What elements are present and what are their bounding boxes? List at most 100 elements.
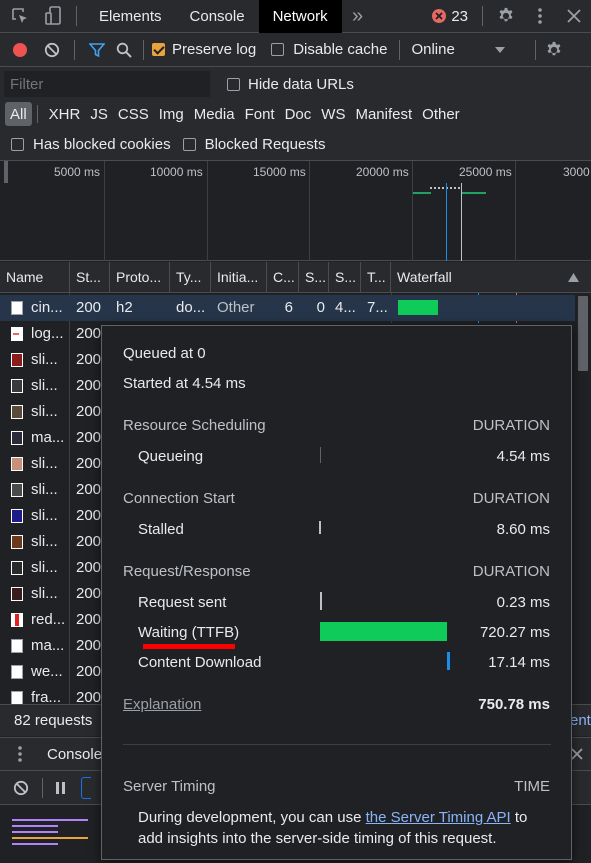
preserve-log-checkbox[interactable]: Preserve log	[152, 33, 256, 67]
document-file-icon	[11, 301, 23, 315]
popover-divider	[123, 744, 551, 745]
settings-gear-icon[interactable]	[489, 0, 523, 33]
request-count: 82 requests	[14, 712, 93, 729]
request-set-cookies: 0	[316, 299, 325, 316]
drawer-close-icon[interactable]	[571, 748, 583, 760]
request-name: sli...	[31, 403, 58, 420]
request-size: 4...	[335, 299, 356, 316]
funnel-icon	[89, 42, 105, 57]
console-preview-line	[12, 837, 88, 839]
document-file-icon	[11, 639, 23, 653]
status-truncated-text: ent	[570, 712, 591, 729]
filter-type-label: Media	[193, 105, 235, 123]
overview-gridline	[412, 161, 413, 261]
duration-column-header: DURATION	[472, 490, 550, 507]
kebab-menu-icon[interactable]	[523, 0, 557, 33]
timing-label-stalled: Stalled	[138, 521, 184, 538]
console-clear-icon[interactable]	[0, 771, 42, 805]
drawer-tab-console[interactable]: Console	[47, 746, 102, 763]
filter-type-ws[interactable]: WS	[316, 102, 350, 126]
filter-type-css[interactable]: CSS	[113, 102, 154, 126]
filter-toggle-button[interactable]	[85, 33, 109, 67]
hide-data-urls-checkbox[interactable]: Hide data URLs	[227, 76, 354, 93]
timing-label-request-sent: Request sent	[138, 594, 227, 611]
disable-cache-check[interactable]	[271, 43, 285, 56]
blocked-requests-check[interactable]	[182, 137, 196, 151]
filter-type-media[interactable]: Media	[189, 102, 240, 126]
filter-type-js[interactable]: JS	[85, 102, 113, 126]
overview-tick-label: 20000 ms	[356, 165, 409, 179]
error-counter[interactable]: 23	[424, 0, 476, 33]
blocked-requests-checkbox[interactable]: Blocked Requests	[182, 136, 325, 153]
console-preview-line	[12, 819, 88, 821]
has-blocked-cookies-check[interactable]	[11, 137, 24, 151]
tab-label: Elements	[99, 7, 162, 25]
throttling-select[interactable]: Online	[411, 33, 506, 67]
column-header-waterfall[interactable]: Waterfall	[391, 262, 591, 293]
close-icon[interactable]	[557, 0, 591, 33]
network-settings-gear-icon[interactable]	[536, 33, 572, 67]
clear-button[interactable]	[40, 33, 64, 67]
timing-value-queueing: 4.54 ms	[496, 448, 550, 465]
toolbar-divider	[143, 39, 144, 60]
column-header-cookies[interactable]: C...	[267, 262, 299, 293]
tab-network[interactable]: Network	[258, 0, 342, 33]
duration-column-header: DURATION	[472, 563, 550, 580]
column-header-initiator[interactable]: Initia...	[211, 262, 267, 293]
column-header-name[interactable]: Name	[0, 262, 70, 293]
request-status: 200	[76, 455, 101, 472]
record-button[interactable]	[0, 33, 40, 67]
overview-bar	[462, 192, 486, 194]
disable-cache-checkbox[interactable]: Disable cache	[271, 33, 387, 67]
request-status: 200	[76, 559, 101, 576]
filter-type-other[interactable]: Other	[417, 102, 465, 126]
more-tabs-button[interactable]: »	[342, 0, 374, 33]
filter-type-xhr[interactable]: XHR	[44, 102, 86, 126]
hide-data-urls-check[interactable]	[227, 78, 240, 91]
column-header-status[interactable]: St...	[70, 262, 110, 293]
device-toggle-icon[interactable]	[40, 0, 68, 33]
waterfall-bar[interactable]	[398, 300, 438, 315]
has-blocked-cookies-checkbox[interactable]: Has blocked cookies	[11, 136, 171, 153]
overview-tick-label: 25000 ms	[459, 165, 512, 179]
overview-tick-label: 15000 ms	[253, 165, 306, 179]
column-header-type[interactable]: Ty...	[170, 262, 211, 293]
started-at-text: Started at 4.54 ms	[123, 375, 246, 392]
scrollbar-thumb[interactable]	[578, 296, 588, 371]
column-header-size[interactable]: S...	[329, 262, 361, 293]
filter-input[interactable]	[4, 71, 210, 97]
document-file-icon	[11, 665, 23, 679]
pause-icon[interactable]	[53, 771, 69, 805]
column-header-time[interactable]: T...	[361, 262, 391, 293]
filter-type-manifest[interactable]: Manifest	[350, 102, 417, 126]
server-timing-api-link[interactable]: the Server Timing API	[366, 809, 511, 826]
timing-bar-content-download	[447, 652, 450, 670]
server-timing-note-line1: During development, you can use the Serv…	[138, 809, 527, 826]
table-scrollbar[interactable]	[575, 293, 591, 704]
total-duration: 750.78 ms	[478, 696, 550, 713]
request-status: 200	[76, 533, 101, 550]
explanation-link[interactable]: Explanation	[123, 696, 201, 713]
tab-console[interactable]: Console	[176, 0, 259, 33]
inspect-element-icon[interactable]	[0, 0, 40, 33]
request-status: 200	[76, 507, 101, 524]
preserve-log-check[interactable]	[152, 43, 165, 56]
overview-tick-label: 10000 ms	[150, 165, 203, 179]
console-context-select[interactable]	[81, 776, 91, 799]
filter-type-img[interactable]: Img	[154, 102, 189, 126]
search-button[interactable]	[109, 33, 139, 67]
column-header-protocol[interactable]: Proto...	[110, 262, 170, 293]
filter-type-doc[interactable]: Doc	[280, 102, 317, 126]
column-header-set-cookies[interactable]: S...	[299, 262, 329, 293]
filter-type-font[interactable]: Font	[240, 102, 280, 126]
tab-elements[interactable]: Elements	[85, 0, 176, 33]
server-timing-note-line2: add insights into the server-side timing…	[138, 830, 497, 847]
table-row[interactable]: cin... 200 h2 do... Other 6 0 4... 7...	[0, 295, 575, 321]
filter-type-all[interactable]: All	[5, 102, 32, 126]
request-name: we...	[31, 663, 63, 680]
drawer-menu-icon[interactable]	[0, 737, 40, 771]
request-status: 200	[76, 663, 101, 680]
network-overview-timeline[interactable]: 5000 ms 10000 ms 15000 ms 20000 ms 25000…	[0, 161, 591, 261]
overview-left-handle[interactable]	[4, 161, 8, 183]
timing-bar-waiting-ttfb	[320, 622, 447, 641]
